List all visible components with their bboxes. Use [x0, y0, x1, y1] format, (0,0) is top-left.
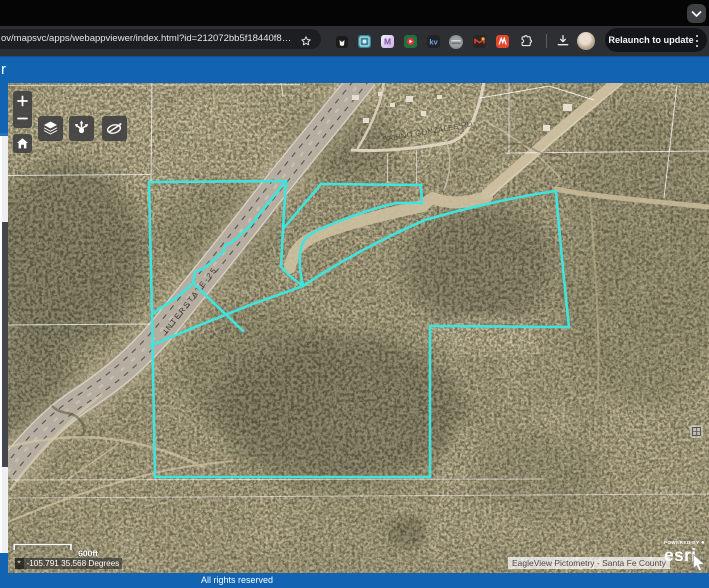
svg-text:M: M: [384, 37, 391, 47]
svg-text:kv: kv: [429, 37, 438, 46]
svg-text:600ft: 600ft: [78, 549, 98, 559]
